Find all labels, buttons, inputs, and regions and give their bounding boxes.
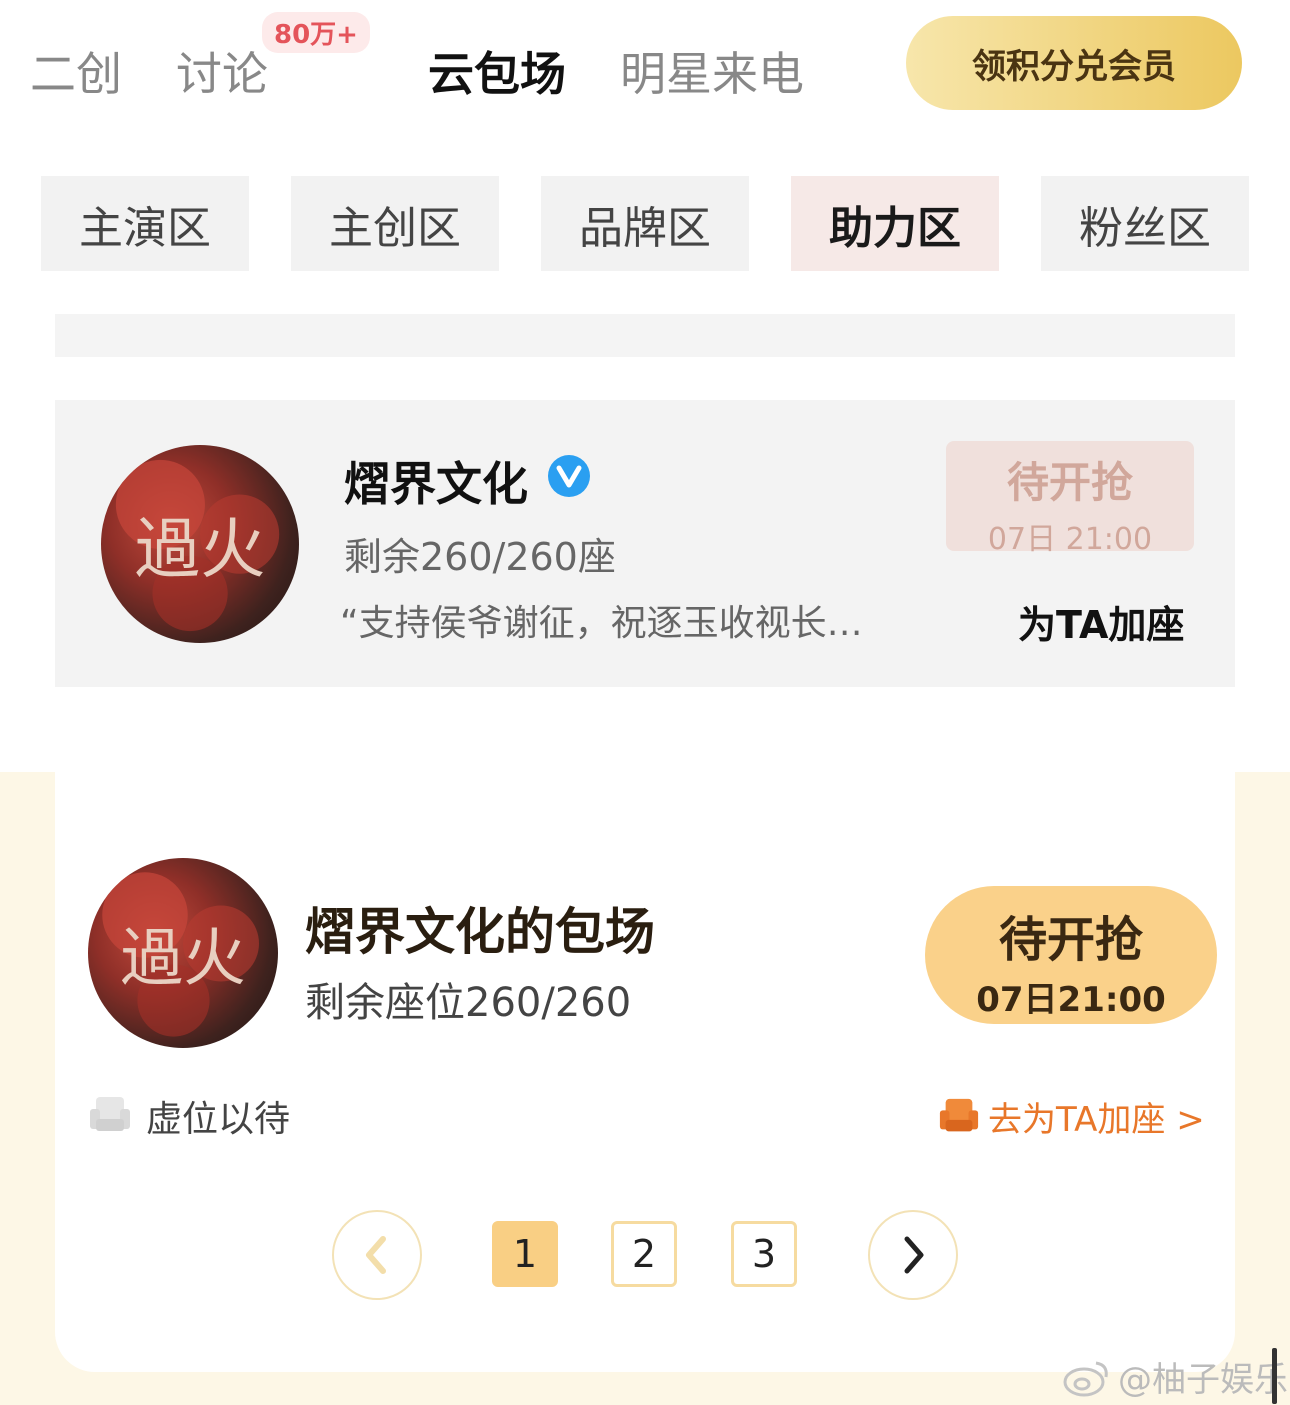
page-button-3[interactable]: 3 <box>731 1221 797 1287</box>
remaining-seats: 剩余260/260座 <box>344 535 616 579</box>
weibo-icon <box>1063 1361 1108 1396</box>
status-pending-button[interactable]: 待开抢 07日21:00 <box>925 886 1217 1024</box>
zone-tab-lead-actors[interactable]: 主演区 <box>41 176 249 271</box>
seat-icon <box>939 1098 979 1131</box>
tab-mingxing-laidian[interactable]: 明星来电 <box>620 38 804 104</box>
watermark: @柚子娱乐 <box>1062 1352 1288 1401</box>
svg-text:過火: 過火 <box>120 922 245 995</box>
scrollbar[interactable] <box>1272 1348 1277 1404</box>
status-title: 待开抢 <box>1006 458 1133 507</box>
svg-text:過火: 過火 <box>135 512 266 588</box>
empty-seats-label: 虚位以待 <box>146 1099 291 1140</box>
avatar: 過火 <box>101 445 299 643</box>
seat-icon <box>90 1097 130 1131</box>
page-button-2[interactable]: 2 <box>611 1221 677 1287</box>
divider-strip <box>55 314 1235 357</box>
remaining-seats: 剩余座位260/260 <box>305 980 632 1026</box>
add-seat-link[interactable]: 去为TA加座 > <box>938 1092 1205 1141</box>
prev-arrow-icon <box>366 1236 386 1274</box>
status-time: 07日 21:00 <box>987 522 1153 557</box>
discussion-count-badge: 80万+ <box>262 12 370 53</box>
support-message: “支持侯爷谢征，祝逐玉收视长… <box>340 603 863 644</box>
tab-erchuang[interactable]: 二创 <box>30 38 122 104</box>
poster-image: 過火 <box>115 459 280 632</box>
zone-tab-support[interactable]: 助力区 <box>791 176 999 271</box>
status-pending-button[interactable]: 待开抢 07日 21:00 <box>946 441 1194 557</box>
next-page-button[interactable] <box>868 1210 958 1300</box>
avatar: 過火 <box>88 858 278 1048</box>
poster-image: 過火 <box>102 872 259 1037</box>
prev-page-button[interactable] <box>332 1210 422 1300</box>
next-arrow-icon <box>904 1236 924 1274</box>
status-title: 待开抢 <box>998 912 1143 968</box>
organizer-name: 熠界文化 <box>344 457 528 511</box>
booking-title: 熠界文化的包场 <box>305 903 655 961</box>
empty-seats-indicator: 虚位以待 <box>88 1090 290 1142</box>
zone-tab-brands[interactable]: 品牌区 <box>541 176 749 271</box>
status-time: 07日21:00 <box>976 980 1166 1020</box>
tab-yunbaochang[interactable]: 云包场 <box>428 38 566 104</box>
page-button-1[interactable]: 1 <box>492 1221 558 1287</box>
redeem-membership-button[interactable]: 领积分兑会员 <box>906 16 1242 110</box>
add-seat-link[interactable]: 为TA加座 <box>1018 594 1184 649</box>
watermark-text: @柚子娱乐 <box>1118 1360 1288 1400</box>
add-seat-label: 去为TA加座 > <box>988 1100 1205 1140</box>
verified-icon <box>548 455 590 497</box>
zone-tab-fans[interactable]: 粉丝区 <box>1041 176 1249 271</box>
zone-tab-creators[interactable]: 主创区 <box>291 176 499 271</box>
tab-taolun[interactable]: 讨论 <box>176 38 268 104</box>
